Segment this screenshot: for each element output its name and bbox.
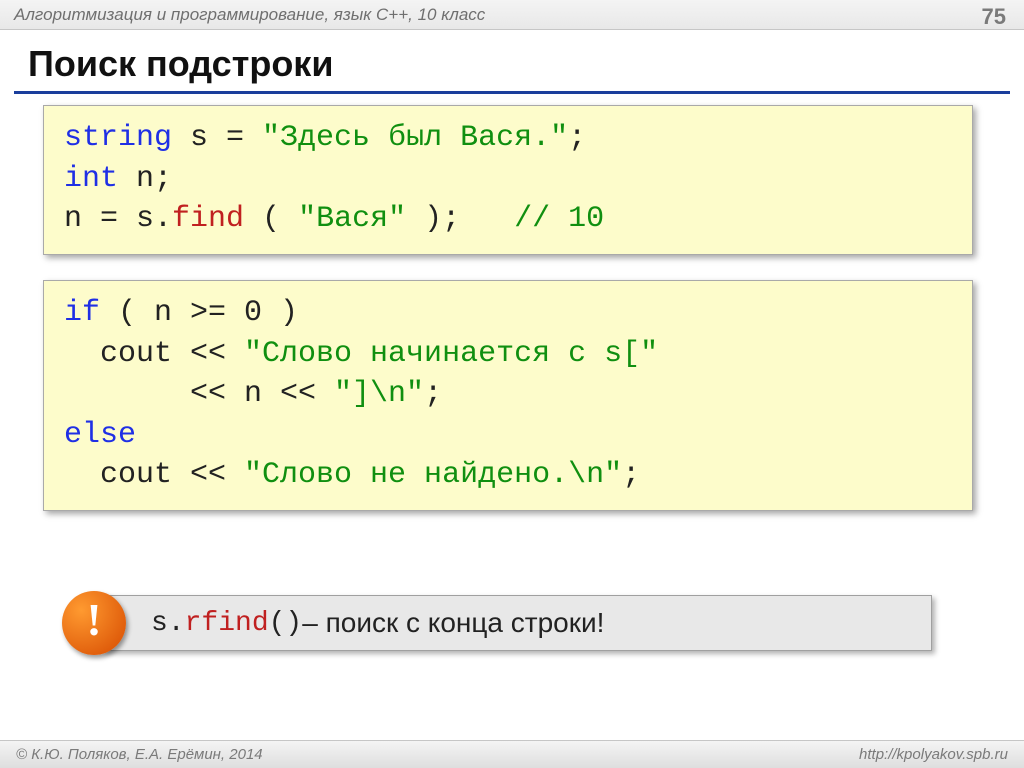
string-literal: "]\n" bbox=[334, 377, 424, 411]
note-box: s.rfind() – поиск с конца строки! bbox=[102, 595, 932, 651]
keyword-if: if bbox=[64, 296, 100, 330]
code-text: n; bbox=[118, 162, 172, 196]
comment: // 10 bbox=[514, 202, 604, 236]
footer-bar: © К.Ю. Поляков, Е.А. Ерёмин, 2014 http:/… bbox=[0, 740, 1024, 768]
header-bar: Алгоритмизация и программирование, язык … bbox=[0, 0, 1024, 30]
page-title: Поиск подстроки bbox=[28, 43, 333, 85]
string-literal: "Слово начинается с s[" bbox=[244, 337, 658, 371]
string-literal: "Вася" bbox=[298, 202, 406, 236]
keyword-int: int bbox=[64, 162, 118, 196]
code-block-1: string s = "Здесь был Вася."; int n; n =… bbox=[43, 105, 973, 255]
string-literal: "Здесь был Вася." bbox=[262, 121, 568, 155]
footer-url: http://kpolyakov.spb.ru bbox=[859, 746, 1008, 763]
method-rfind: rfind bbox=[185, 608, 269, 639]
title-underline bbox=[14, 91, 1010, 94]
exclamation: ! bbox=[86, 597, 101, 643]
page-number: 75 bbox=[982, 4, 1006, 30]
code-text: ; bbox=[622, 458, 640, 492]
keyword-string: string bbox=[64, 121, 172, 155]
attention-icon: ! bbox=[62, 591, 126, 655]
code-text: ); bbox=[406, 202, 514, 236]
code-text: << n << bbox=[64, 377, 334, 411]
code-text: n = s. bbox=[64, 202, 172, 236]
keyword-else: else bbox=[64, 418, 136, 452]
note: s.rfind() – поиск с конца строки! ! bbox=[62, 595, 932, 651]
slide: Алгоритмизация и программирование, язык … bbox=[0, 0, 1024, 768]
breadcrumb: Алгоритмизация и программирование, язык … bbox=[14, 5, 485, 25]
code-text: ( bbox=[244, 202, 298, 236]
string-literal: "Слово не найдено.\n" bbox=[244, 458, 622, 492]
method-find: find bbox=[172, 202, 244, 236]
code-text: cout << bbox=[64, 337, 244, 371]
note-code: () bbox=[269, 608, 303, 639]
code-text: s = bbox=[172, 121, 262, 155]
code-text: ; bbox=[568, 121, 586, 155]
note-text: – поиск с конца строки! bbox=[302, 607, 604, 639]
code-text: ( n >= 0 ) bbox=[100, 296, 298, 330]
copyright: © К.Ю. Поляков, Е.А. Ерёмин, 2014 bbox=[16, 746, 263, 763]
code-text: ; bbox=[424, 377, 442, 411]
code-block-2: if ( n >= 0 ) cout << "Слово начинается … bbox=[43, 280, 973, 511]
note-code: s. bbox=[151, 608, 185, 639]
code-text: cout << bbox=[64, 458, 244, 492]
